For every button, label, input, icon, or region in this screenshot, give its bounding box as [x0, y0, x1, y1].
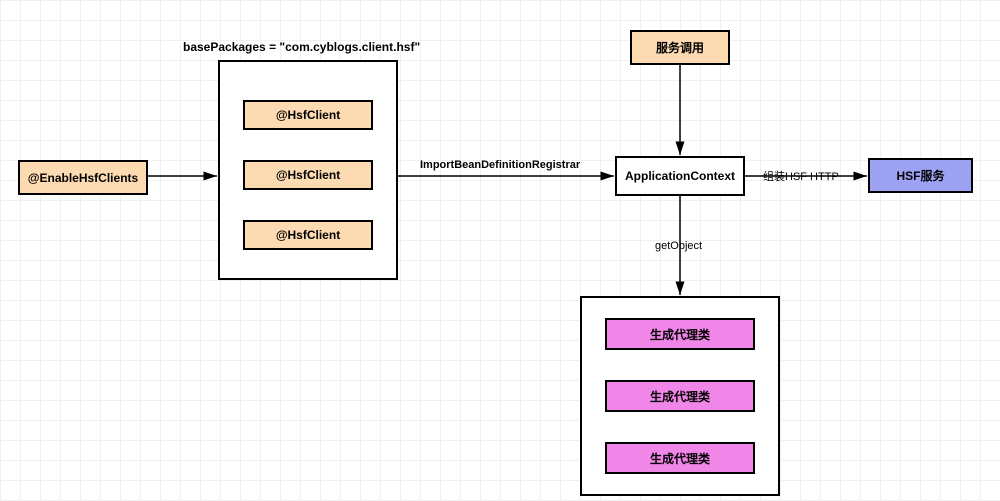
proxy-class-box-2: 生成代理类	[605, 380, 755, 412]
service-call-box: 服务调用	[630, 30, 730, 65]
diagram-edges	[0, 0, 1000, 501]
import-registrar-edge-label: ImportBeanDefinitionRegistrar	[420, 159, 580, 171]
base-packages-label: basePackages = "com.cyblogs.client.hsf"	[183, 40, 420, 54]
get-object-edge-label: getObject	[655, 240, 702, 252]
hsf-client-box-3: @HsfClient	[243, 220, 373, 250]
proxy-class-box-1: 生成代理类	[605, 318, 755, 350]
proxy-class-box-3: 生成代理类	[605, 442, 755, 474]
hsf-service-box: HSF服务	[868, 158, 973, 193]
hsf-client-box-2: @HsfClient	[243, 160, 373, 190]
application-context-box: ApplicationContext	[615, 156, 745, 196]
enable-hsf-clients-box: @EnableHsfClients	[18, 160, 148, 195]
hsf-client-box-1: @HsfClient	[243, 100, 373, 130]
assemble-hsf-edge-label: 组装HSF HTTP	[763, 168, 839, 184]
